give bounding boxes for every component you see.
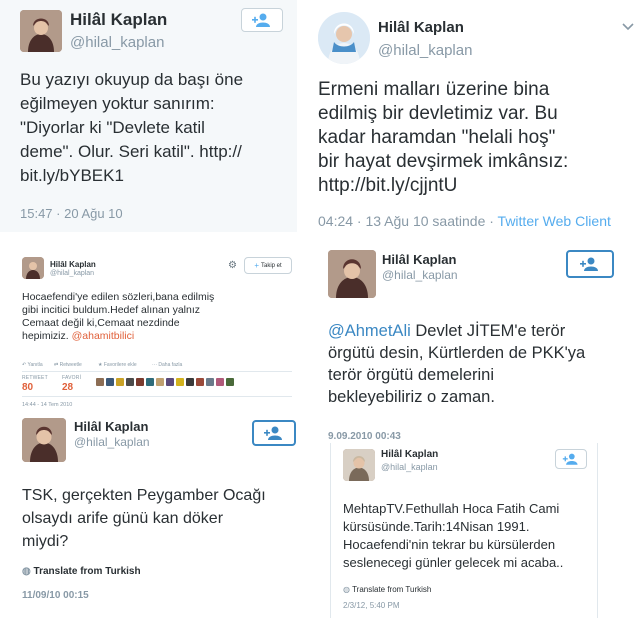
mini-avatar[interactable]: [196, 378, 204, 386]
mini-avatar[interactable]: [126, 378, 134, 386]
tweet-text: TSK, gerçekten Peygamber Ocağı olsaydı a…: [22, 487, 266, 550]
user-handle[interactable]: @hilal_kaplan: [70, 34, 164, 51]
more-action[interactable]: ··· Daha fazla: [152, 362, 182, 368]
tweet-timestamp[interactable]: 9.09.2010 00:43: [328, 431, 401, 440]
avatar[interactable]: [328, 250, 376, 298]
retweet-action[interactable]: ⇄ Retweetle: [54, 362, 82, 368]
retweet-label: Retweetle: [59, 362, 82, 368]
chevron-down-icon[interactable]: [622, 18, 634, 36]
tweet-timestamp[interactable]: 2/3/12, 5:40 PM: [343, 601, 399, 610]
avatar[interactable]: [343, 449, 375, 481]
divider: [22, 396, 292, 397]
gear-icon[interactable]: ⚙: [228, 261, 237, 271]
follow-user-plus-icon: [252, 13, 270, 27]
user-name[interactable]: Hilâl Kaplan: [382, 252, 456, 267]
favorites-label: FAVORİ: [62, 375, 82, 381]
user-name[interactable]: Hilâl Kaplan: [70, 10, 167, 30]
tweet-text: Bu yazıyı okuyup da başı öne eğilmeyen y…: [20, 70, 244, 185]
tweet-card-2: Hilâl Kaplan @hilal_kaplan Ermeni mallar…: [308, 0, 640, 240]
favorite-label: Favorilere ekle: [103, 362, 137, 368]
reply-label: Yanıtla: [27, 362, 43, 368]
mini-avatar[interactable]: [146, 378, 154, 386]
mini-avatar[interactable]: [136, 378, 144, 386]
user-handle[interactable]: @hilal_kaplan: [381, 462, 438, 472]
timestamp-text[interactable]: 04:24 · 13 Ağu 10 saatinde ·: [318, 213, 498, 229]
follow-user-plus-icon: [264, 426, 282, 440]
mini-avatar[interactable]: [166, 378, 174, 386]
user-handle[interactable]: @hilal_kaplan: [382, 268, 458, 282]
tweet-card-5: Hilâl Kaplan @hilal_kaplan TSK, gerçekte…: [10, 410, 296, 618]
mini-avatar[interactable]: [156, 378, 164, 386]
tweet-card-3: Hilâl Kaplan @hilal_kaplan ⚙ + Takip et H…: [10, 248, 296, 412]
translate-label: Translate from Turkish: [33, 566, 141, 577]
translate-link[interactable]: ◍ Translate from Turkish: [22, 566, 141, 577]
tweet-card-6: Hilâl Kaplan @hilal_kaplan MehtapTV.Feth…: [330, 443, 598, 618]
tweet-text: @AhmetAli Devlet JİTEM'e terör örgütü de…: [328, 320, 585, 408]
follow-label: Takip et: [260, 262, 282, 269]
mini-avatar[interactable]: [176, 378, 184, 386]
user-name[interactable]: Hilâl Kaplan: [381, 449, 438, 460]
user-name[interactable]: Hilâl Kaplan: [74, 419, 148, 434]
avatar[interactable]: [318, 12, 370, 64]
tweet-text: Ermeni malları üzerine bina edilmiş bir …: [318, 79, 569, 196]
user-handle[interactable]: @hilal_kaplan: [50, 270, 94, 277]
user-handle[interactable]: @hilal_kaplan: [378, 42, 472, 59]
mention-link[interactable]: @ahamitbilici: [72, 330, 135, 342]
tweet-card-1: Hilâl Kaplan @hilal_kaplan Bu yazıyı oku…: [0, 0, 297, 232]
follow-button[interactable]: [566, 250, 614, 278]
follow-button[interactable]: [241, 8, 283, 32]
favorite-action[interactable]: ★ Favorilere ekle: [98, 362, 137, 368]
mini-avatar[interactable]: [106, 378, 114, 386]
mention-link[interactable]: @AhmetAli: [328, 322, 411, 340]
mini-avatar[interactable]: [216, 378, 224, 386]
divider: [22, 371, 292, 372]
user-handle[interactable]: @hilal_kaplan: [74, 435, 150, 449]
avatar[interactable]: [20, 10, 62, 52]
client-link[interactable]: Twitter Web Client: [498, 213, 611, 229]
user-name[interactable]: Hilâl Kaplan: [50, 260, 96, 269]
follow-user-plus-icon: [580, 257, 598, 271]
mini-avatar[interactable]: [226, 378, 234, 386]
follow-button[interactable]: + Takip et: [244, 257, 292, 274]
user-name[interactable]: Hilâl Kaplan: [378, 19, 464, 36]
globe-icon: ◍: [343, 585, 350, 594]
more-label: Daha fazla: [158, 362, 183, 368]
follow-button[interactable]: [555, 449, 587, 469]
tweet-timestamp[interactable]: 15:47 · 20 Ağu 10: [20, 206, 123, 221]
mini-avatar[interactable]: [96, 378, 104, 386]
reply-action[interactable]: ↶ Yanıtla: [22, 362, 43, 368]
avatar[interactable]: [22, 418, 66, 462]
retweets-count[interactable]: 80: [22, 382, 33, 393]
favorites-count[interactable]: 28: [62, 382, 73, 393]
tweet-text: Hocaefendi'ye edilen sözleri,bana edilmi…: [22, 291, 214, 343]
mini-avatar[interactable]: [206, 378, 214, 386]
translate-label: Translate from Turkish: [352, 585, 432, 594]
mini-avatar[interactable]: [116, 378, 124, 386]
avatar[interactable]: [22, 257, 44, 279]
translate-link[interactable]: ◍ Translate from Turkish: [343, 585, 431, 594]
retweets-label: RETWEET: [22, 375, 48, 381]
tweet-timestamp[interactable]: 14:44 - 14 Tem 2010: [22, 402, 72, 408]
tweet-text: MehtapTV.Fethullah Hoca Fatih Cami kürsü…: [343, 501, 564, 570]
follow-button[interactable]: [252, 420, 296, 446]
follow-user-plus-icon: [562, 453, 578, 465]
tweet-card-4: Hilâl Kaplan @hilal_kaplan @AhmetAli Dev…: [308, 240, 640, 440]
globe-icon: ◍: [22, 566, 31, 577]
tweet-timestamp[interactable]: 11/09/10 00:15: [22, 590, 89, 601]
mini-avatar[interactable]: [186, 378, 194, 386]
follow-user-plus-icon: +: [254, 261, 259, 270]
tweet-timestamp[interactable]: 04:24 · 13 Ağu 10 saatinde · Twitter Web…: [318, 213, 611, 229]
